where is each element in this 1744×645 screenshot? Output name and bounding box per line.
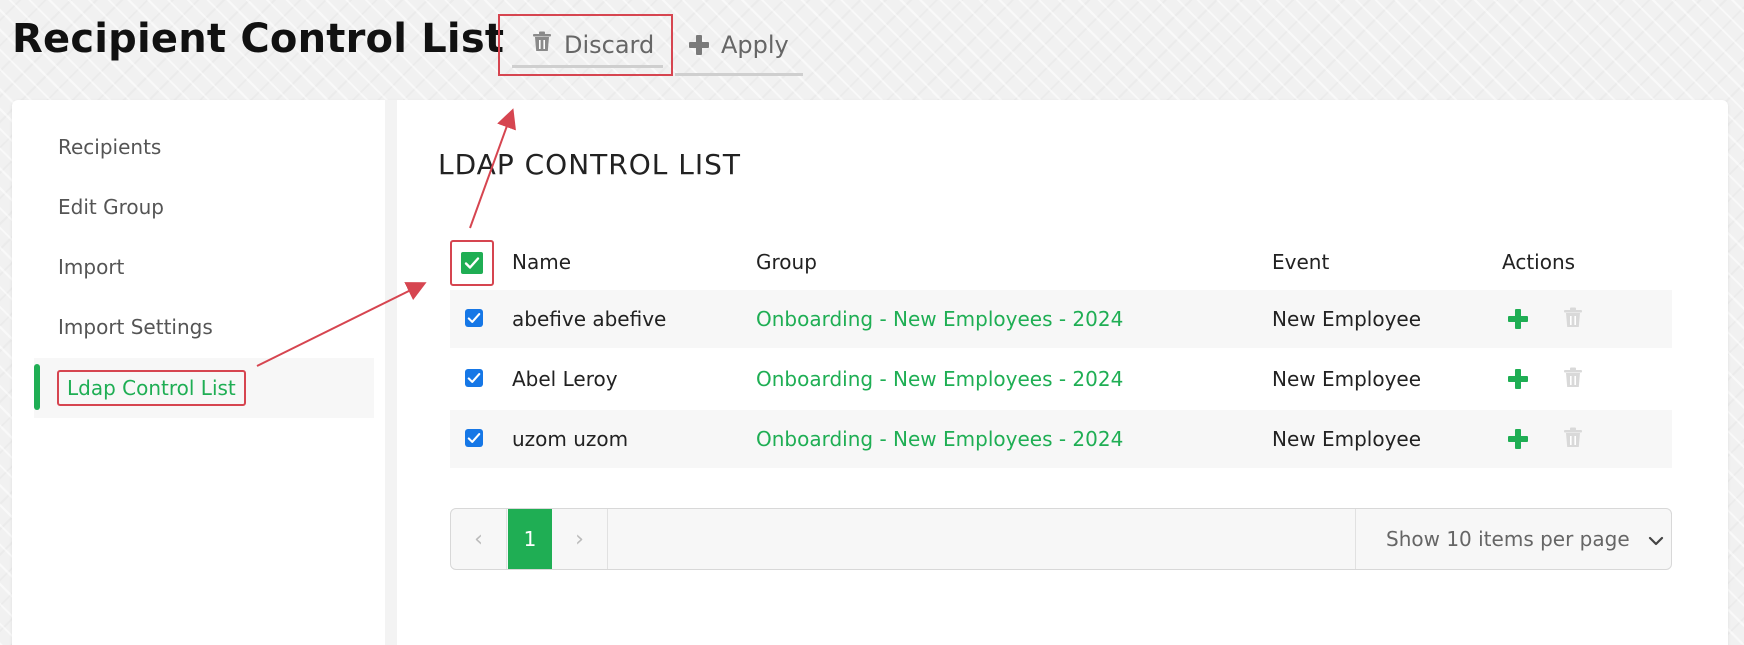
delete-row-trash-icon[interactable] xyxy=(1563,306,1583,334)
column-header-actions: Actions xyxy=(1502,250,1576,274)
row-group-link[interactable]: Onboarding - New Employees - 2024 xyxy=(756,307,1123,331)
sidebar-item-import[interactable]: Import xyxy=(58,255,124,279)
row-event: New Employee xyxy=(1272,367,1422,391)
row-name: uzom uzom xyxy=(512,427,629,451)
row-event: New Employee xyxy=(1272,307,1422,331)
sidebar-active-indicator xyxy=(34,364,40,410)
row-group-link[interactable]: Onboarding - New Employees - 2024 xyxy=(756,367,1123,391)
pagination-prev-button[interactable]: ‹ xyxy=(451,509,507,569)
pagination-next-button[interactable]: › xyxy=(552,509,608,569)
row-name: abefive abefive xyxy=(512,307,667,331)
discard-underline xyxy=(512,65,663,68)
sidebar-item-import-settings[interactable]: Import Settings xyxy=(58,315,213,339)
apply-button[interactable]: Apply xyxy=(675,14,803,76)
row-checkbox[interactable] xyxy=(465,429,483,447)
sidebar-item-recipients[interactable]: Recipients xyxy=(58,135,161,159)
delete-row-trash-icon[interactable] xyxy=(1563,366,1583,394)
column-header-name: Name xyxy=(512,250,572,274)
apply-label: Apply xyxy=(721,31,789,59)
check-icon xyxy=(467,373,481,383)
add-row-plus-icon[interactable] xyxy=(1508,309,1528,329)
row-group-link[interactable]: Onboarding - New Employees - 2024 xyxy=(756,427,1123,451)
add-row-plus-icon[interactable] xyxy=(1508,369,1528,389)
row-checkbox[interactable] xyxy=(465,369,483,387)
check-icon xyxy=(467,433,481,443)
add-row-plus-icon[interactable] xyxy=(1508,429,1528,449)
page-title: Recipient Control List xyxy=(12,16,505,62)
items-per-page-select[interactable]: Show 10 items per page xyxy=(1355,509,1671,569)
check-icon xyxy=(467,313,481,323)
delete-row-trash-icon[interactable] xyxy=(1563,426,1583,454)
pagination-bar: ‹ 1 › Show 10 items per page xyxy=(450,508,1672,570)
items-per-page-label: Show 10 items per page xyxy=(1386,527,1630,551)
row-event: New Employee xyxy=(1272,427,1422,451)
column-header-event: Event xyxy=(1272,250,1330,274)
section-title: LDAP CONTROL LIST xyxy=(438,148,741,181)
chevron-left-icon: ‹ xyxy=(474,526,483,552)
discard-label: Discard xyxy=(564,31,655,59)
chevron-right-icon: › xyxy=(575,526,584,552)
chevron-down-icon xyxy=(1648,527,1664,551)
column-header-group: Group xyxy=(756,250,817,274)
sidebar-item-edit-group[interactable]: Edit Group xyxy=(58,195,164,219)
row-checkbox[interactable] xyxy=(465,309,483,327)
plus-icon xyxy=(689,35,709,55)
pagination-page-1[interactable]: 1 xyxy=(508,509,552,569)
row-name: Abel Leroy xyxy=(512,367,618,391)
sidebar-item-ldap-control-list[interactable]: Ldap Control List xyxy=(57,370,246,406)
trash-icon xyxy=(532,31,552,59)
check-icon xyxy=(464,257,480,269)
discard-button[interactable]: Discard xyxy=(498,14,673,76)
apply-underline xyxy=(675,73,803,76)
select-all-checkbox[interactable] xyxy=(461,252,483,274)
sidebar: Recipients Edit Group Import Import Sett… xyxy=(12,100,397,645)
